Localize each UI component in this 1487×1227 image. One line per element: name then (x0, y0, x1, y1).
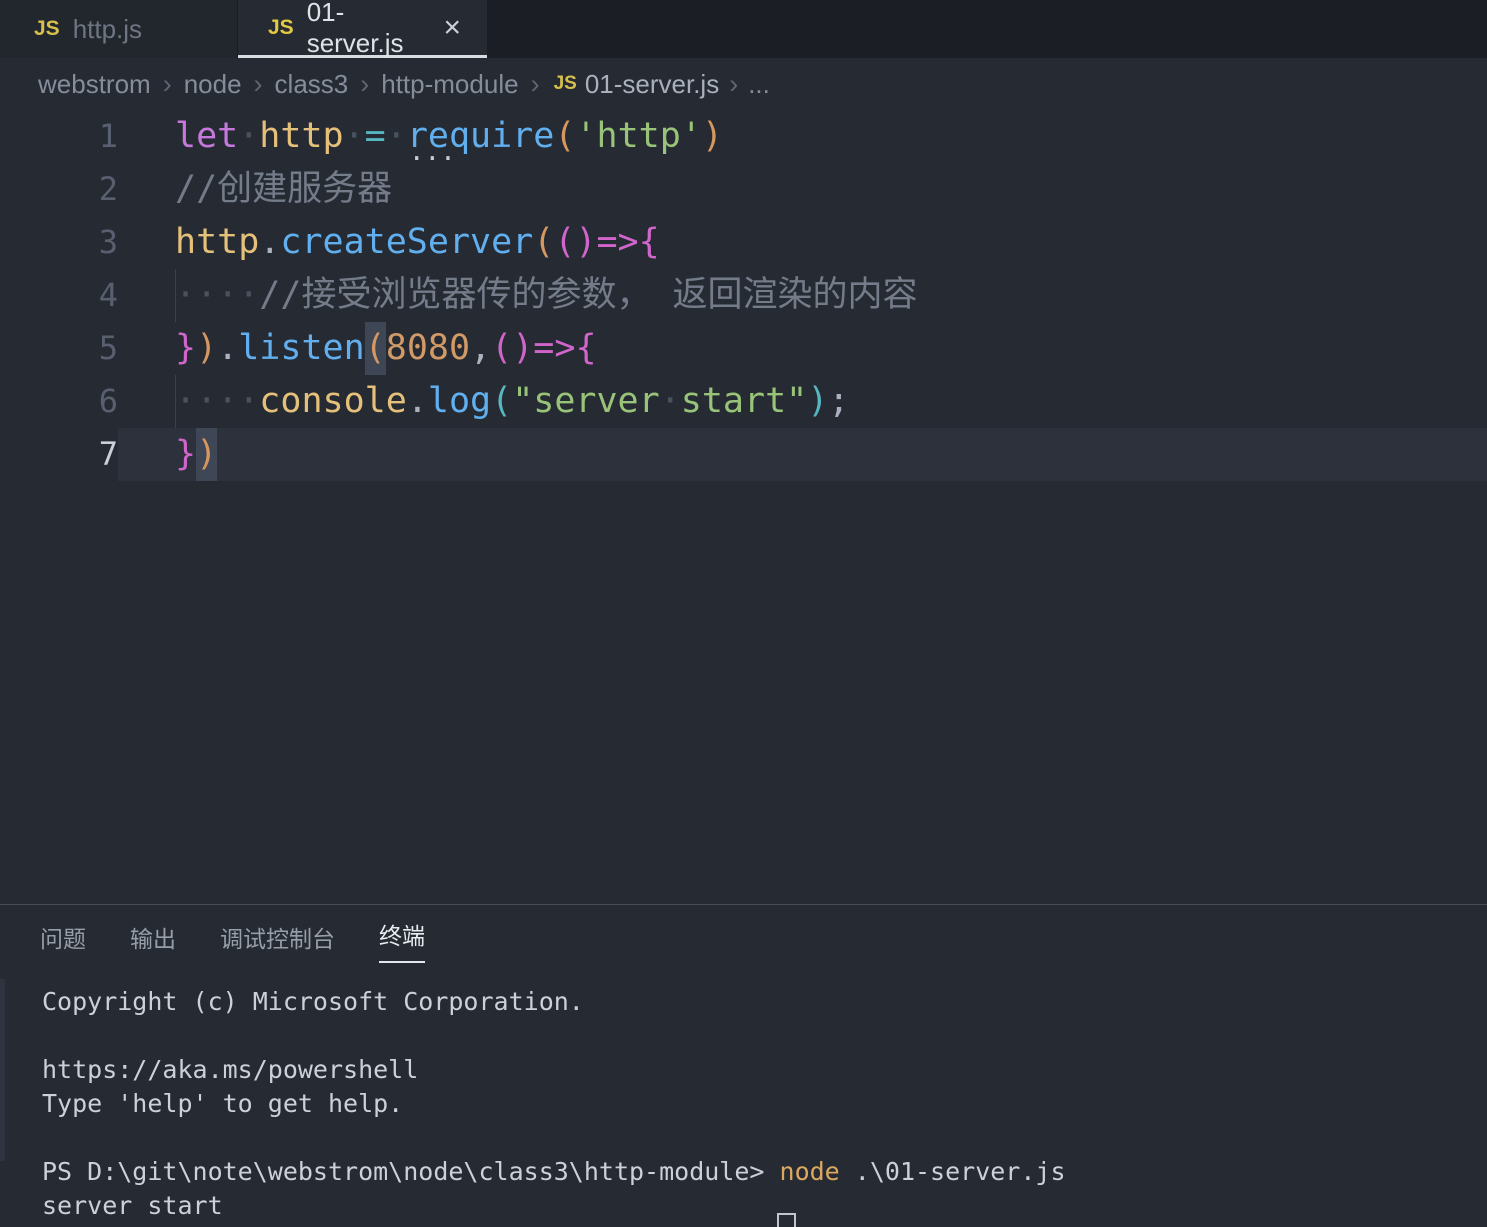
code-line[interactable]: 6····console.log("server·start"); (0, 375, 1487, 428)
tab-01-server-js[interactable]: JS 01-server.js × (238, 0, 487, 58)
code-line[interactable]: 3http.createServer(()=>{ (0, 216, 1487, 269)
breadcrumb-item-node[interactable]: node (184, 69, 242, 100)
breadcrumb: webstrom › node › class3 › http-module ›… (0, 58, 1487, 110)
line-code: ····//接受浏览器传的参数， 返回渲染的内容 (118, 269, 1487, 322)
line-code: http.createServer(()=>{ (118, 216, 1487, 269)
panel-tab-bar: 问题 输出 调试控制台 终端 (0, 905, 1487, 975)
code-line[interactable]: 4····//接受浏览器传的参数， 返回渲染的内容 (0, 269, 1487, 322)
code-line[interactable]: 5}).listen(8080,()=>{ (0, 322, 1487, 375)
chevron-right-icon: › (360, 69, 369, 100)
breadcrumb-more[interactable]: ... (748, 69, 770, 100)
tab-label: 01-server.js (307, 0, 418, 59)
tab-label: http.js (73, 14, 142, 45)
breadcrumb-item-class3[interactable]: class3 (275, 69, 349, 100)
chevron-right-icon: › (531, 69, 540, 100)
breadcrumb-item-http-module[interactable]: http-module (381, 69, 518, 100)
terminal-scrollbar[interactable] (0, 979, 5, 1161)
code-line[interactable]: 2//创建服务器 (0, 163, 1487, 216)
terminal-cursor (777, 1213, 796, 1227)
js-file-icon: JS (268, 16, 294, 40)
line-number: 5 (0, 322, 118, 375)
line-code: }) (118, 428, 1487, 481)
terminal-line: Type 'help' to get help. (0, 1087, 1487, 1121)
line-code: }).listen(8080,()=>{ (118, 322, 1487, 375)
line-number: 7 (0, 428, 118, 481)
line-code: ····console.log("server·start"); (118, 375, 1487, 428)
line-code: let·http·=·require('http') (118, 110, 1487, 163)
line-number: 2 (0, 163, 118, 216)
terminal-line: PS D:\git\note\webstrom\node\class3\http… (0, 1155, 1487, 1189)
js-file-icon: JS (554, 73, 577, 95)
tab-bar: JS http.js JS 01-server.js × (0, 0, 1487, 58)
line-number: 6 (0, 375, 118, 428)
panel-tab-output[interactable]: 输出 (130, 920, 176, 960)
terminal-output[interactable]: Copyright (c) Microsoft Corporation. htt… (0, 975, 1487, 1223)
code-editor[interactable]: 1let·http·=·require('http')2//创建服务器3http… (0, 110, 1487, 904)
close-icon[interactable]: × (443, 13, 461, 43)
terminal-line (0, 1019, 1487, 1053)
code-line[interactable]: 7}) (0, 428, 1487, 481)
indent-guide (175, 269, 176, 322)
panel-tab-problems[interactable]: 问题 (40, 920, 86, 960)
line-number: 4 (0, 269, 118, 322)
tab-http-js[interactable]: JS http.js (0, 0, 238, 58)
panel-tab-terminal[interactable]: 终端 (379, 917, 425, 963)
code-line[interactable]: 1let·http·=·require('http') (0, 110, 1487, 163)
terminal-line (0, 1121, 1487, 1155)
chevron-right-icon: › (729, 69, 738, 100)
terminal-line: server start (0, 1189, 1487, 1223)
terminal-line: https://aka.ms/powershell (0, 1053, 1487, 1087)
line-number: 1 (0, 110, 118, 163)
js-file-icon: JS (34, 17, 60, 41)
chevron-right-icon: › (163, 69, 172, 100)
panel-tab-debug-console[interactable]: 调试控制台 (220, 920, 335, 960)
bottom-panel: 问题 输出 调试控制台 终端 Copyright (c) Microsoft C… (0, 904, 1487, 1227)
line-number: 3 (0, 216, 118, 269)
breadcrumb-item-webstrom[interactable]: webstrom (38, 69, 151, 100)
indent-guide (175, 375, 176, 428)
line-code: //创建服务器 (118, 163, 1487, 216)
chevron-right-icon: › (254, 69, 263, 100)
breadcrumb-item-file[interactable]: 01-server.js (585, 69, 719, 100)
terminal-line: Copyright (c) Microsoft Corporation. (0, 985, 1487, 1019)
